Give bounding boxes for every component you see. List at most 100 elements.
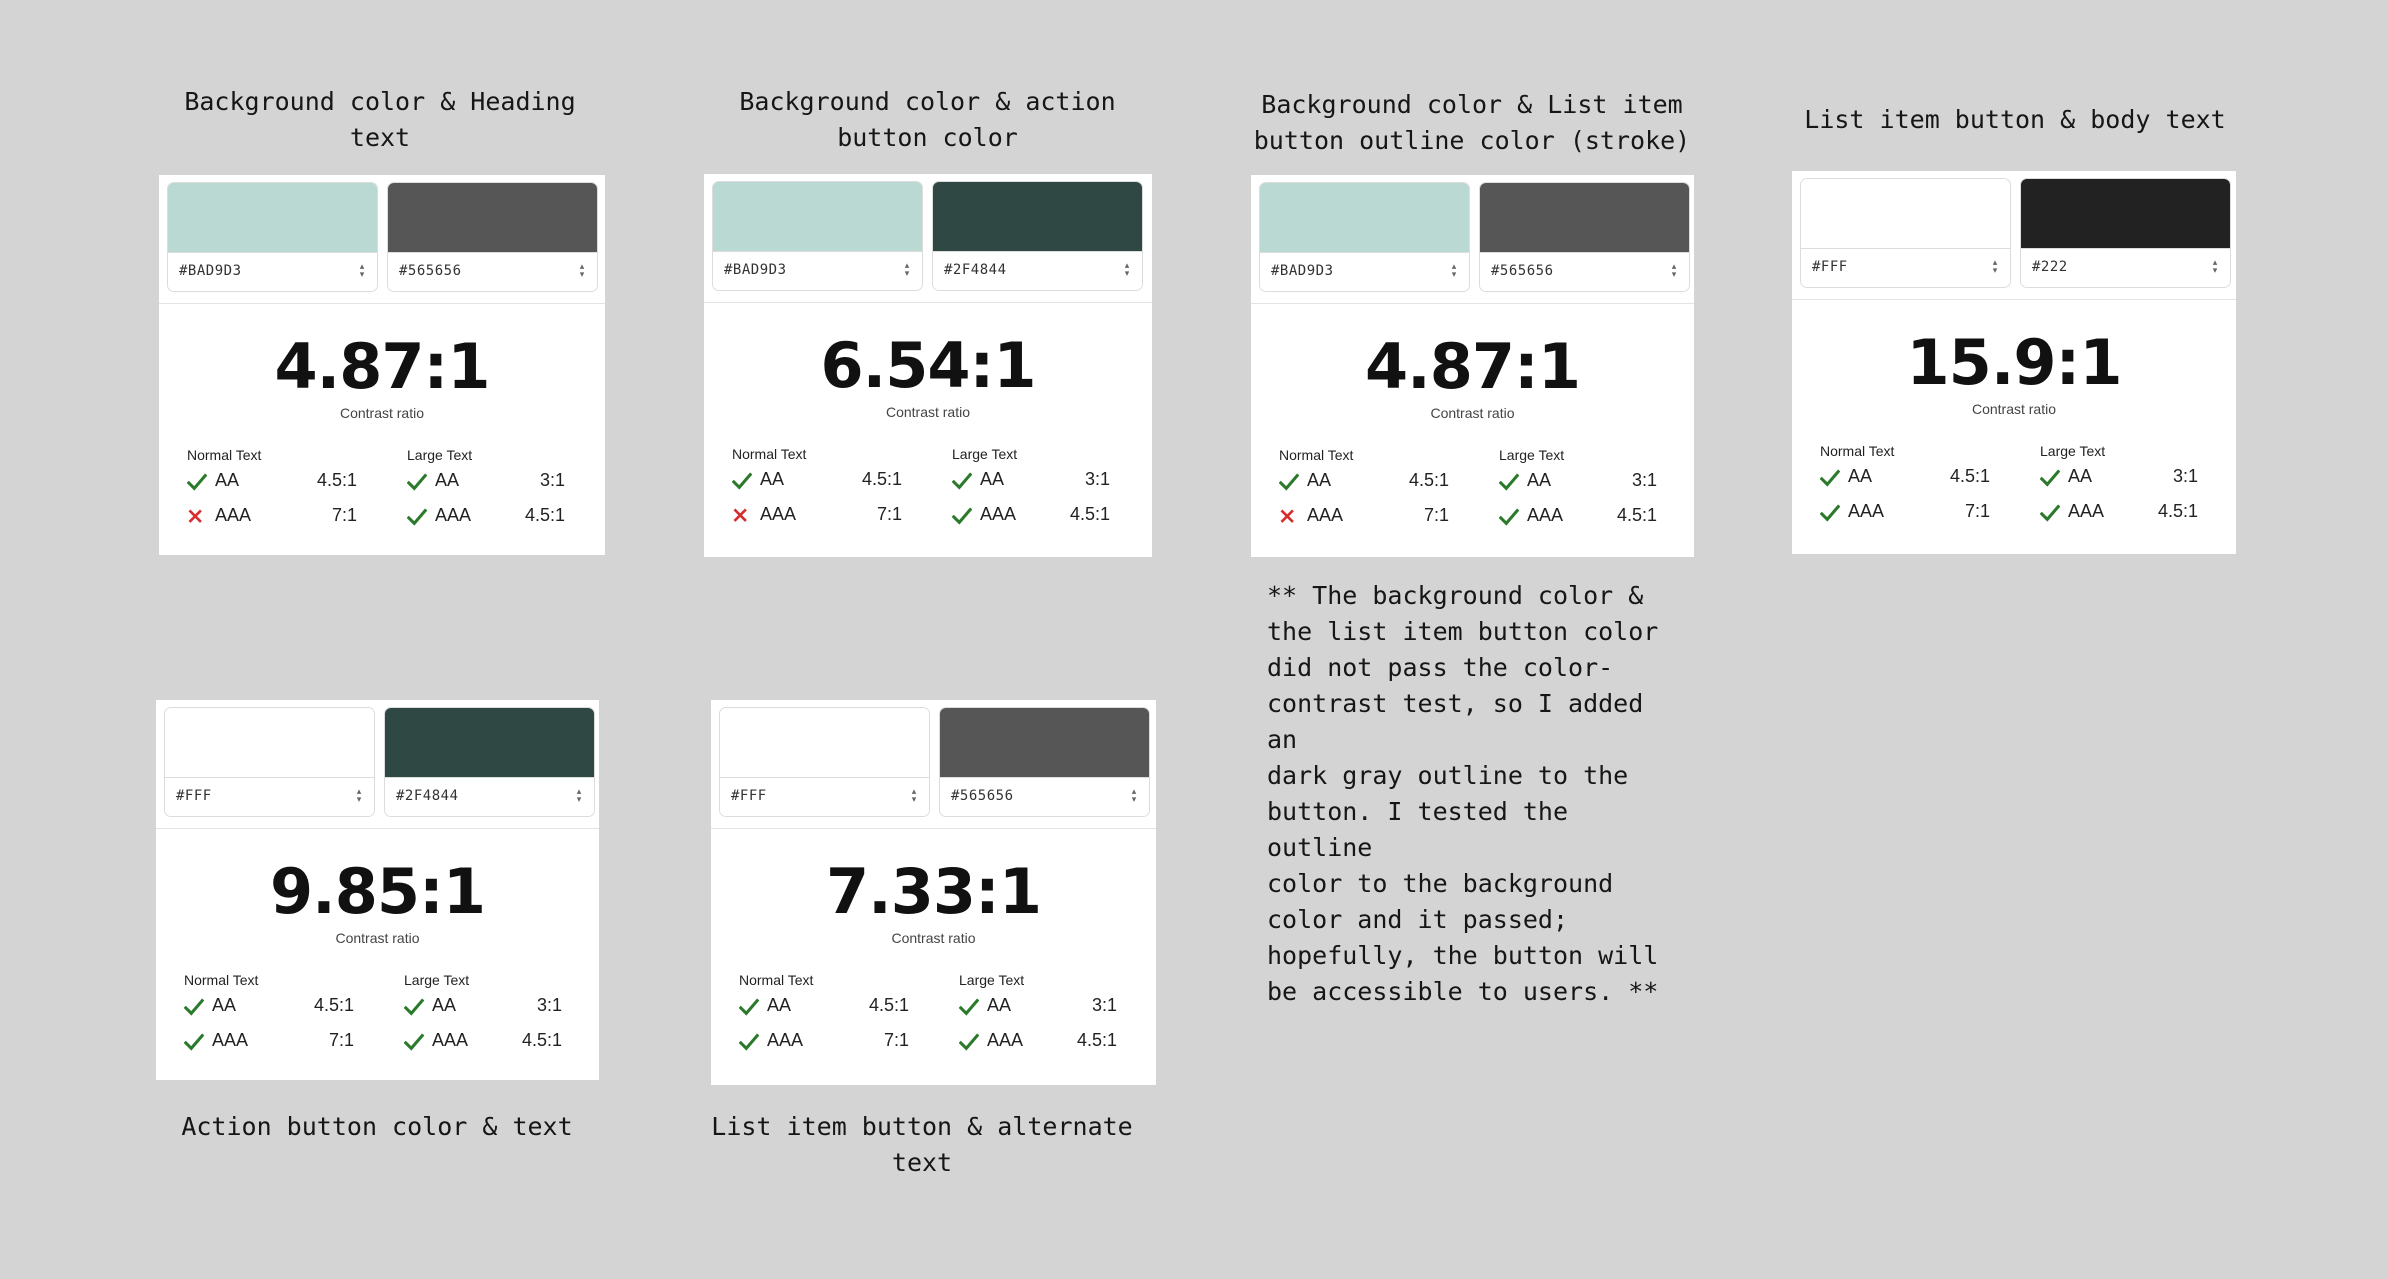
stepper-icon[interactable]: ▴ ▾ [1990, 258, 2000, 276]
level-label: AAA [432, 1030, 469, 1050]
background-color-preview[interactable] [940, 708, 1149, 777]
level-label: AAA [1527, 505, 1564, 525]
background-hex-field[interactable]: #2F4844 ▴ ▾ [385, 777, 594, 816]
required-ratio: 7:1 [1423, 505, 1449, 525]
foreground-color-preview[interactable] [720, 708, 929, 777]
background-hex-field[interactable]: #222 ▴ ▾ [2021, 248, 2230, 287]
background-swatch[interactable]: #222 ▴ ▾ [2020, 178, 2231, 288]
background-color-preview[interactable] [385, 708, 594, 777]
required-ratio: 4.5:1 [1069, 504, 1110, 524]
background-hex-field[interactable]: #565656 ▴ ▾ [388, 252, 597, 291]
normal-text-heading: Normal Text [1279, 447, 1354, 463]
color-swatches: #FFF ▴ ▾ #222 ▴ ▾ [1792, 171, 2236, 300]
contrast-ratio-value: 15.9:1 [1906, 326, 2123, 399]
large-aaa-row: AAA 4.5:1 [1498, 505, 1669, 531]
foreground-color-preview[interactable] [165, 708, 374, 777]
level-label: AAA [760, 504, 797, 524]
stepper-icon[interactable]: ▴ ▾ [577, 262, 587, 280]
foreground-swatch[interactable]: #FFF ▴ ▾ [1800, 178, 2011, 288]
foreground-swatch[interactable]: #BAD9D3 ▴ ▾ [712, 181, 923, 291]
large-text-heading: Large Text [959, 972, 1025, 988]
normal-text-heading: Normal Text [732, 446, 807, 462]
check-icon [183, 1030, 206, 1054]
background-color-preview[interactable] [1480, 183, 1689, 252]
foreground-swatch[interactable]: #FFF ▴ ▾ [719, 707, 930, 817]
background-color-preview[interactable] [933, 182, 1142, 251]
check-icon [951, 469, 974, 493]
foreground-swatch[interactable]: #FFF ▴ ▾ [164, 707, 375, 817]
background-hex-field[interactable]: #565656 ▴ ▾ [1480, 252, 1689, 291]
foreground-hex-field[interactable]: #BAD9D3 ▴ ▾ [1260, 252, 1469, 291]
foreground-hex-value[interactable]: #BAD9D3 [724, 262, 787, 278]
background-hex-value[interactable]: #2F4844 [944, 262, 1007, 278]
level-label: AAA [987, 1030, 1024, 1050]
contrast-ratio-label: Contrast ratio [1430, 405, 1515, 421]
required-ratio: 4.5:1 [316, 470, 357, 490]
contrast-ratio-label: Contrast ratio [885, 404, 971, 420]
level-label: AAA [2068, 501, 2105, 521]
foreground-color-preview[interactable] [168, 183, 377, 252]
foreground-hex-field[interactable]: #BAD9D3 ▴ ▾ [168, 252, 377, 291]
background-hex-field[interactable]: #565656 ▴ ▾ [940, 777, 1149, 816]
large-aa-row: AA 3:1 [406, 470, 577, 496]
contrast-checker-card-1: #BAD9D3 ▴ ▾ #565656 ▴ ▾ 4.87:1 Contrast ra… [159, 175, 605, 555]
background-hex-value[interactable]: #565656 [951, 788, 1014, 804]
background-hex-value[interactable]: #565656 [399, 263, 462, 279]
contrast-checker-card-2: #BAD9D3 ▴ ▾ #2F4844 ▴ ▾ 6.54:1 Contrast ra… [704, 174, 1152, 557]
stepper-icon[interactable]: ▴ ▾ [1449, 262, 1459, 280]
cross-icon [1279, 505, 1301, 529]
normal-aaa-row: AAA 7:1 [183, 1030, 354, 1056]
foreground-swatch[interactable]: #BAD9D3 ▴ ▾ [1259, 182, 1470, 292]
contrast-checker-card-3: #BAD9D3 ▴ ▾ #565656 ▴ ▾ 4.87:1 Contrast ra… [1251, 175, 1694, 557]
normal-aaa-row: AAA 7:1 [1819, 501, 1990, 527]
background-color-preview[interactable] [2021, 179, 2230, 248]
background-swatch[interactable]: #565656 ▴ ▾ [387, 182, 598, 292]
background-swatch[interactable]: #565656 ▴ ▾ [939, 707, 1150, 817]
stepper-icon[interactable]: ▴ ▾ [357, 262, 367, 280]
large-aa-row: AA 3:1 [1498, 470, 1669, 496]
stepper-icon[interactable]: ▴ ▾ [902, 261, 912, 279]
background-swatch[interactable]: #2F4844 ▴ ▾ [384, 707, 595, 817]
caption-background-outline: Background color & List item button outl… [1253, 90, 1691, 155]
foreground-hex-field[interactable]: #FFF ▴ ▾ [165, 777, 374, 816]
background-hex-value[interactable]: #2F4844 [396, 788, 459, 804]
background-color-preview[interactable] [388, 183, 597, 252]
normal-aa-row: AA 4.5:1 [1819, 466, 1990, 492]
large-aaa-row: AAA 4.5:1 [406, 505, 577, 531]
foreground-hex-field[interactable]: #FFF ▴ ▾ [1801, 248, 2010, 287]
foreground-color-preview[interactable] [1260, 183, 1469, 252]
background-swatch[interactable]: #2F4844 ▴ ▾ [932, 181, 1143, 291]
normal-text-heading: Normal Text [184, 972, 259, 988]
background-hex-field[interactable]: #2F4844 ▴ ▾ [933, 251, 1142, 290]
foreground-color-preview[interactable] [1801, 179, 2010, 248]
normal-aa-row: AA 4.5:1 [186, 470, 357, 496]
foreground-hex-value[interactable]: #FFF [176, 788, 212, 804]
foreground-color-preview[interactable] [713, 182, 922, 251]
level-label: AA [432, 995, 457, 1015]
background-swatch[interactable]: #565656 ▴ ▾ [1479, 182, 1690, 292]
color-swatches: #BAD9D3 ▴ ▾ #565656 ▴ ▾ [1251, 175, 1694, 304]
stepper-icon[interactable]: ▴ ▾ [1669, 262, 1679, 280]
background-hex-value[interactable]: #565656 [1491, 263, 1554, 279]
foreground-hex-value[interactable]: #BAD9D3 [179, 263, 242, 279]
foreground-hex-value[interactable]: #FFF [731, 788, 767, 804]
required-ratio: 7:1 [883, 1030, 909, 1050]
large-aa-row: AA 3:1 [2039, 466, 2210, 492]
stepper-icon[interactable]: ▴ ▾ [1122, 261, 1132, 279]
stepper-icon[interactable]: ▴ ▾ [1129, 787, 1139, 805]
stepper-icon[interactable]: ▴ ▾ [354, 787, 364, 805]
background-hex-value[interactable]: #222 [2032, 259, 2068, 275]
foreground-swatch[interactable]: #BAD9D3 ▴ ▾ [167, 182, 378, 292]
foreground-hex-field[interactable]: #FFF ▴ ▾ [720, 777, 929, 816]
stepper-icon[interactable]: ▴ ▾ [909, 787, 919, 805]
level-label: AA [767, 995, 792, 1015]
foreground-hex-value[interactable]: #FFF [1812, 259, 1848, 275]
normal-aaa-row: AAA 7:1 [738, 1030, 909, 1056]
foreground-hex-value[interactable]: #BAD9D3 [1271, 263, 1334, 279]
check-icon [186, 470, 209, 494]
stepper-icon[interactable]: ▴ ▾ [574, 787, 584, 805]
stepper-icon[interactable]: ▴ ▾ [2210, 258, 2220, 276]
foreground-hex-field[interactable]: #BAD9D3 ▴ ▾ [713, 251, 922, 290]
check-icon [738, 995, 761, 1019]
required-ratio: 4.5:1 [1949, 466, 1990, 486]
